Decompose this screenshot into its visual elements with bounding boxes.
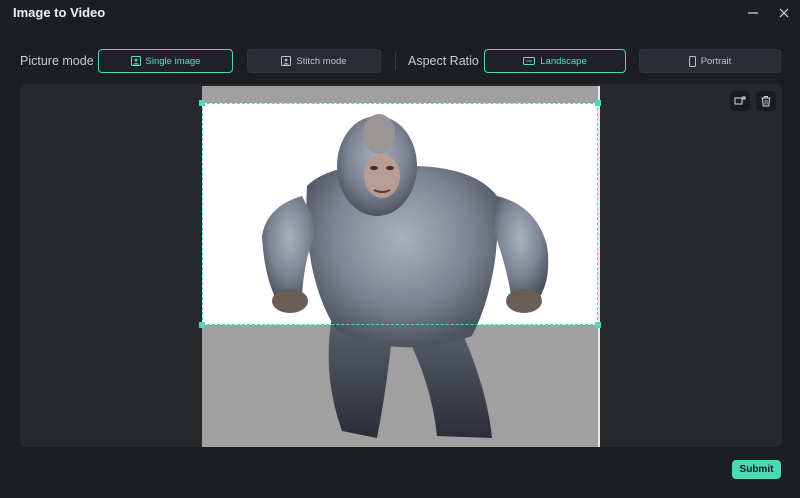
image-icon (130, 56, 141, 66)
trash-icon (761, 96, 771, 107)
close-button[interactable] (774, 3, 794, 23)
picture-mode-label: Picture mode (20, 54, 94, 68)
title-bar: Image to Video (0, 0, 800, 26)
crop-handle-bottom-left[interactable] (199, 322, 205, 328)
crop-frame[interactable] (202, 103, 598, 325)
stitch-mode-label: Stitch mode (296, 55, 347, 67)
delete-image-button[interactable] (756, 91, 776, 111)
portrait-button[interactable]: Portrait (639, 49, 781, 73)
single-image-label: Single image (145, 55, 201, 67)
landscape-label: Landscape (540, 55, 587, 67)
crop-handle-top-left[interactable] (199, 100, 205, 106)
preview-right-edge (598, 86, 600, 447)
submit-button[interactable]: Submit (732, 460, 781, 479)
minimize-button[interactable] (743, 3, 763, 23)
aspect-ratio-label: Aspect Ratio (408, 54, 479, 68)
portrait-label: Portrait (700, 55, 732, 67)
window-title: Image to Video (13, 5, 106, 20)
minimize-icon (748, 12, 758, 14)
stitch-mode-button[interactable]: Stitch mode (247, 49, 381, 73)
replace-image-button[interactable] (730, 91, 750, 111)
close-icon (779, 8, 789, 18)
toolbar-divider (395, 52, 396, 70)
landscape-button[interactable]: Landscape (484, 49, 626, 73)
stitch-icon (281, 56, 292, 66)
replace-image-icon (734, 96, 746, 105)
crop-handle-top-right[interactable] (595, 100, 601, 106)
portrait-icon (688, 55, 696, 67)
single-image-button[interactable]: Single image (98, 49, 233, 73)
crop-handle-bottom-right[interactable] (595, 322, 601, 328)
landscape-icon (523, 57, 536, 65)
